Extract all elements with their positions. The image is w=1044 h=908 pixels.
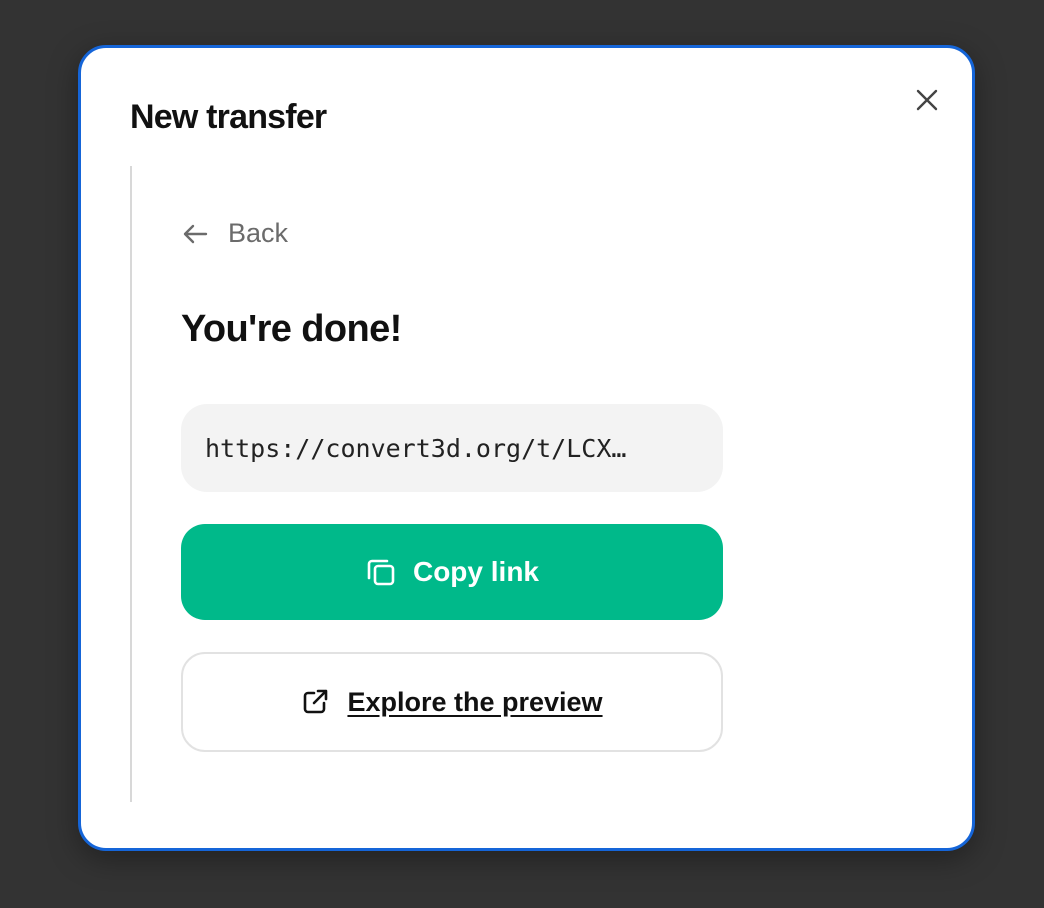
dialog-title: New transfer <box>130 98 327 136</box>
copy-link-label: Copy link <box>412 556 539 587</box>
arrow-left-icon <box>183 224 208 243</box>
new-transfer-dialog: New transfer Back You're done! https://c… <box>78 45 975 851</box>
external-link-icon <box>304 689 328 714</box>
share-link-field[interactable]: https://convert3d.org/t/LCX… <box>181 404 723 492</box>
close-button[interactable] <box>911 84 943 116</box>
back-label: Back <box>228 218 289 248</box>
explore-preview-button[interactable]: Explore the preview <box>181 652 723 752</box>
close-icon <box>916 89 938 111</box>
done-heading: You're done! <box>181 308 402 350</box>
transfer-step-panel: Back You're done! https://convert3d.org/… <box>130 166 750 802</box>
explore-preview-label: Explore the preview <box>347 686 603 717</box>
back-button[interactable]: Back <box>182 218 288 249</box>
copy-icon <box>367 559 395 586</box>
copy-link-button[interactable]: Copy link <box>181 524 723 620</box>
